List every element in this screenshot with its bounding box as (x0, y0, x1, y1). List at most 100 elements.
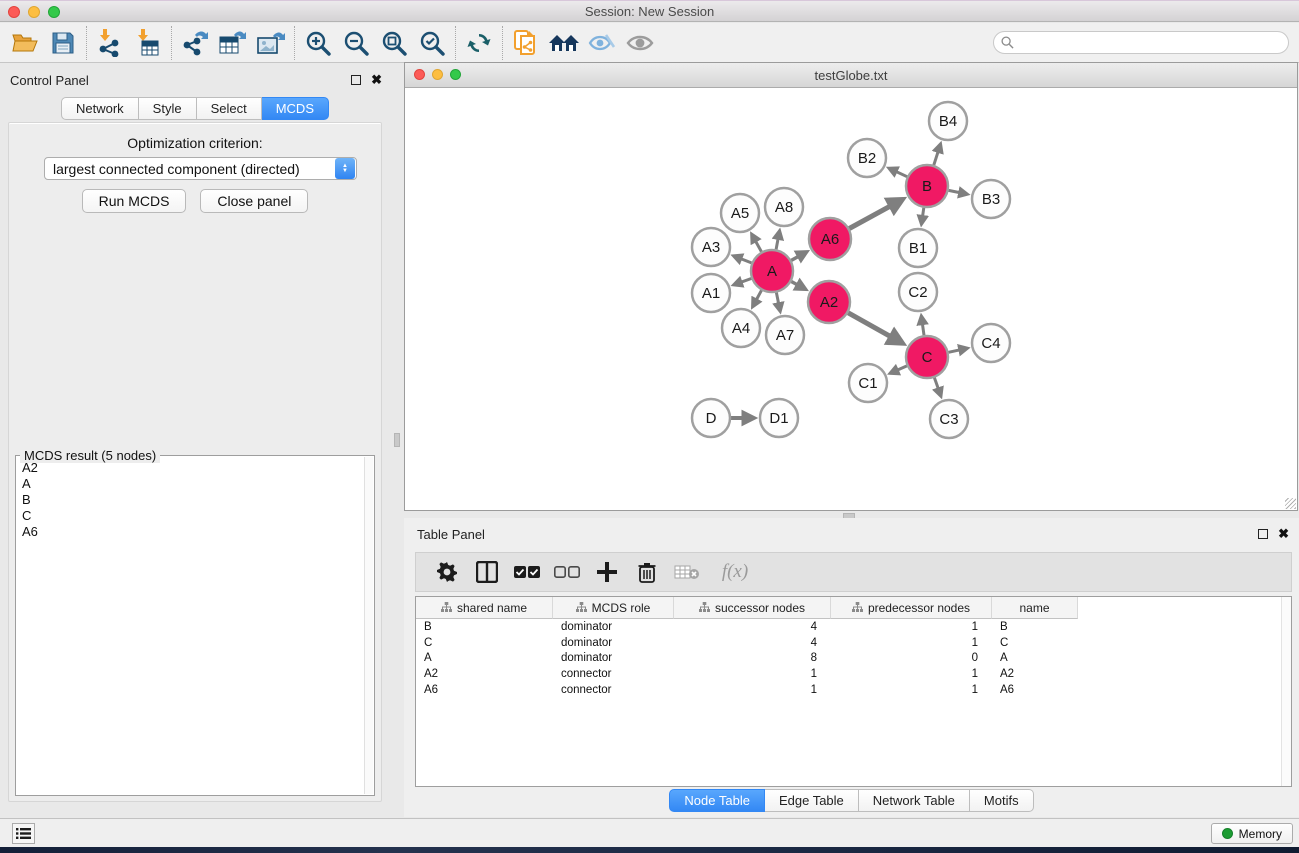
graph-edge-A-A5[interactable] (752, 235, 762, 252)
tab-network[interactable]: Network (61, 97, 139, 120)
refresh-icon[interactable] (460, 26, 498, 60)
open-session-icon[interactable] (6, 26, 44, 60)
zoom-out-icon[interactable] (337, 26, 375, 60)
import-table-icon[interactable] (129, 26, 167, 60)
close-window-icon[interactable] (8, 6, 20, 18)
graph-edge-A-A3[interactable] (734, 256, 752, 263)
gear-icon[interactable] (434, 559, 460, 585)
graph-node-A4[interactable]: A4 (722, 309, 760, 347)
import-network-icon[interactable] (91, 26, 129, 60)
column-header-shared-name[interactable]: shared name (416, 597, 553, 619)
clear-checkboxes-icon[interactable] (554, 559, 580, 585)
function-builder-icon[interactable]: f(x) (714, 559, 756, 585)
graph-node-A5[interactable]: A5 (721, 194, 759, 232)
table-tab-motifs[interactable]: Motifs (970, 789, 1034, 812)
table-tab-edge-table[interactable]: Edge Table (765, 789, 859, 812)
tab-mcds[interactable]: MCDS (262, 97, 329, 120)
add-icon[interactable] (594, 559, 620, 585)
graph-node-D1[interactable]: D1 (760, 399, 798, 437)
graph-edge-A-A4[interactable] (753, 290, 762, 306)
close-panel-button[interactable]: Close panel (200, 189, 308, 213)
criterion-dropdown[interactable]: largest connected component (directed) ▲… (44, 157, 357, 180)
maximize-window-icon[interactable] (48, 6, 60, 18)
export-network-icon[interactable] (176, 26, 214, 60)
mcds-result-item[interactable]: A2 (22, 460, 362, 476)
table-row[interactable]: Bdominator41B (416, 619, 1291, 635)
network-graph[interactable]: B4B2BB3A5A8A6A3B1AA1C2A2A4A7CC4C1C3DD1 (405, 88, 1297, 510)
close-panel-icon[interactable]: ✖ (371, 72, 382, 88)
graph-node-C1[interactable]: C1 (849, 364, 887, 402)
column-header-name[interactable]: name (992, 597, 1078, 619)
tab-style[interactable]: Style (139, 97, 197, 120)
mcds-result-scrollbar[interactable] (364, 457, 373, 794)
float-table-panel-icon[interactable] (1258, 529, 1268, 539)
delete-icon[interactable] (634, 559, 660, 585)
task-history-button[interactable] (12, 823, 35, 844)
graph-edge-A-A8[interactable] (776, 231, 779, 249)
float-panel-icon[interactable] (351, 75, 361, 85)
graph-node-A8[interactable]: A8 (765, 188, 803, 226)
graph-node-B[interactable]: B (906, 165, 948, 207)
graph-edge-A2-C[interactable] (848, 313, 902, 343)
mcds-result-item[interactable]: A (22, 476, 362, 492)
zoom-fit-icon[interactable] (375, 26, 413, 60)
memory-button[interactable]: Memory (1211, 823, 1293, 844)
graph-edge-B-B3[interactable] (949, 190, 967, 194)
graph-node-C4[interactable]: C4 (972, 324, 1010, 362)
graph-node-C2[interactable]: C2 (899, 273, 937, 311)
window-resize-grip[interactable] (1285, 498, 1296, 509)
graph-node-A7[interactable]: A7 (766, 316, 804, 354)
graph-edge-C-C4[interactable] (949, 348, 968, 352)
table-row[interactable]: A2connector11A2 (416, 666, 1291, 682)
minimize-window-icon[interactable] (28, 6, 40, 18)
graph-edge-B-B1[interactable] (922, 208, 924, 224)
mcds-result-item[interactable]: B (22, 492, 362, 508)
export-image-icon[interactable] (252, 26, 290, 60)
graph-node-A2[interactable]: A2 (808, 281, 850, 323)
tab-select[interactable]: Select (197, 97, 262, 120)
save-session-icon[interactable] (44, 26, 82, 60)
table-row[interactable]: Adominator80A (416, 651, 1291, 667)
network-minimize-icon[interactable] (432, 69, 443, 80)
graph-edge-B-B2[interactable] (889, 168, 907, 176)
network-canvas[interactable]: B4B2BB3A5A8A6A3B1AA1C2A2A4A7CC4C1C3DD1 (405, 88, 1297, 510)
graph-edge-C-C3[interactable] (934, 378, 940, 396)
graph-node-C[interactable]: C (906, 336, 948, 378)
graph-edge-A-A6[interactable] (791, 252, 806, 260)
run-mcds-button[interactable]: Run MCDS (82, 189, 187, 213)
zoom-selected-icon[interactable] (413, 26, 451, 60)
graph-node-A1[interactable]: A1 (692, 274, 730, 312)
graph-edge-C-C1[interactable] (891, 366, 907, 373)
graph-edge-A-A1[interactable] (734, 279, 751, 285)
annotation-visibility-icon[interactable] (583, 26, 621, 60)
mcds-result-item[interactable]: C (22, 508, 362, 524)
graph-node-A6[interactable]: A6 (809, 218, 851, 260)
clone-network-icon[interactable] (507, 26, 545, 60)
graph-node-B2[interactable]: B2 (848, 139, 886, 177)
graph-edge-A6-B[interactable] (849, 200, 901, 229)
export-table-icon[interactable] (214, 26, 252, 60)
graph-edge-A-A2[interactable] (791, 282, 805, 290)
graph-node-B4[interactable]: B4 (929, 102, 967, 140)
select-all-checkboxes-icon[interactable] (514, 559, 540, 585)
graph-edge-B-B4[interactable] (934, 144, 941, 165)
graph-edge-A-A7[interactable] (776, 293, 780, 311)
graph-node-D[interactable]: D (692, 399, 730, 437)
mcds-result-item[interactable]: A6 (22, 524, 362, 540)
network-window-titlebar[interactable]: testGlobe.txt (405, 63, 1297, 88)
mcds-result-list[interactable]: A2ABCA6 (18, 460, 362, 793)
home-overview-icon[interactable] (545, 26, 583, 60)
search-input[interactable] (993, 31, 1289, 54)
network-close-icon[interactable] (414, 69, 425, 80)
table-row[interactable]: A6connector11A6 (416, 682, 1291, 698)
table-scrollbar[interactable] (1281, 597, 1291, 786)
delete-table-icon[interactable] (674, 559, 700, 585)
graph-edge-C-C2[interactable] (921, 316, 924, 335)
graph-node-B1[interactable]: B1 (899, 229, 937, 267)
network-maximize-icon[interactable] (450, 69, 461, 80)
graphics-details-icon[interactable] (621, 26, 659, 60)
graph-node-A3[interactable]: A3 (692, 228, 730, 266)
column-header-successor-nodes[interactable]: successor nodes (674, 597, 831, 619)
zoom-in-icon[interactable] (299, 26, 337, 60)
graph-node-B3[interactable]: B3 (972, 180, 1010, 218)
